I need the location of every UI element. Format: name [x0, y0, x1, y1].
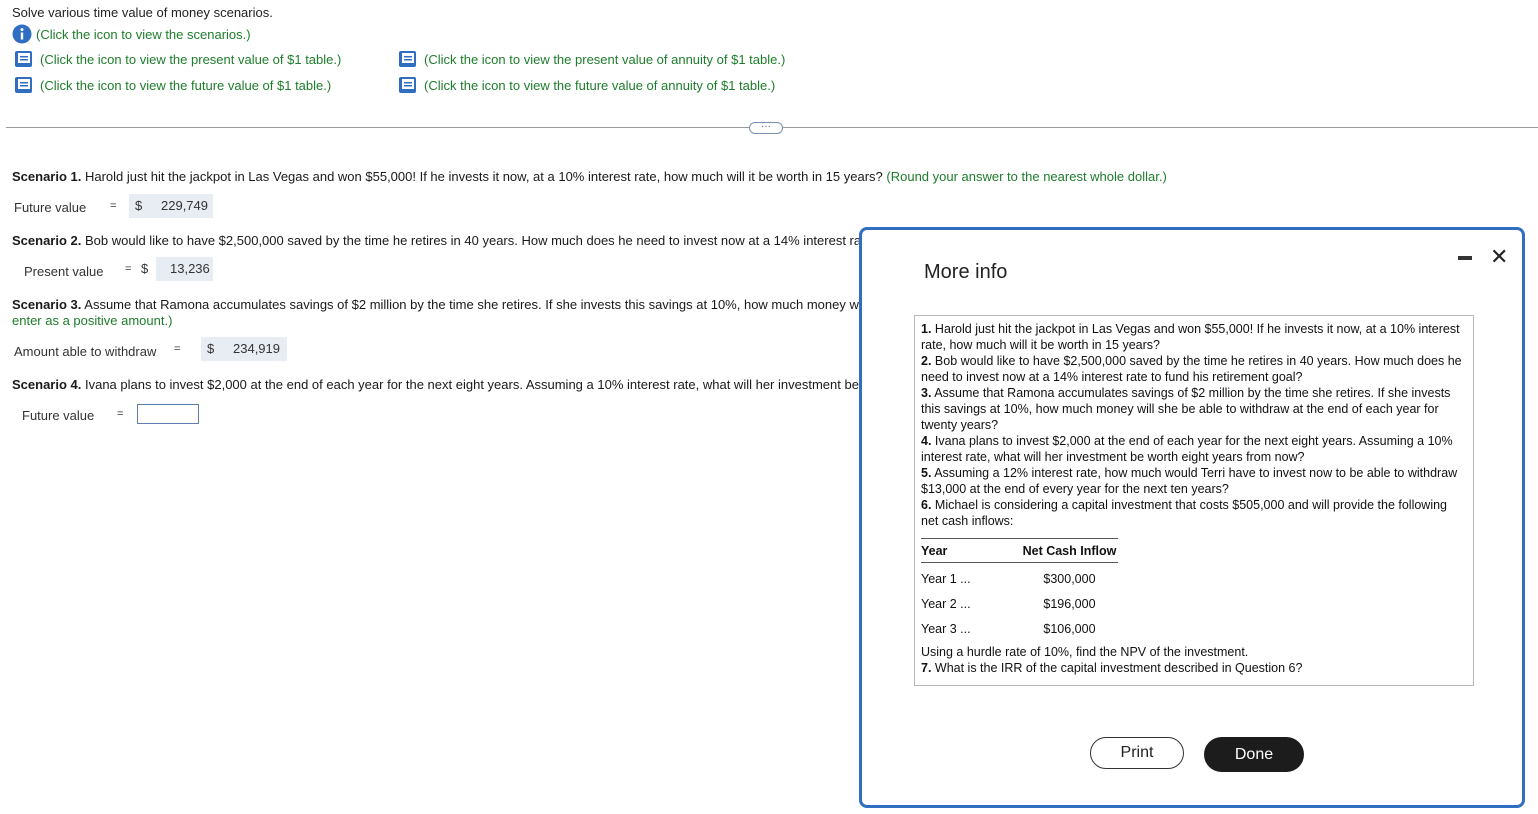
scenario-4-text: Scenario 4. Ivana plans to invest $2,000… [12, 377, 859, 392]
info-item-7: 7. What is the IRR of the capital invest… [921, 661, 1303, 675]
book-icon[interactable] [14, 76, 34, 94]
equals-sign: = [110, 200, 117, 212]
answer-value[interactable]: 13,236 [156, 257, 213, 281]
pv-annuity-table-link[interactable]: (Click the icon to view the present valu… [398, 50, 785, 68]
currency-symbol: $ [135, 198, 143, 213]
equals-sign: = [174, 343, 181, 355]
info-item-6: 6. Michael is considering a capital inve… [921, 498, 1448, 528]
equals-sign: = [117, 408, 124, 420]
print-button[interactable]: Print [1090, 737, 1184, 769]
scenario-4-body: Ivana plans to invest $2,000 at the end … [81, 377, 859, 392]
table-header-year: Year [921, 538, 973, 563]
scenario-info-box: 1. Harold just hit the jackpot in Las Ve… [914, 315, 1474, 686]
scenarios-link-text[interactable]: (Click the icon to view the scenarios.) [36, 27, 251, 42]
scenario-3-text: Scenario 3. Assume that Ramona accumulat… [12, 297, 859, 312]
cash-inflow-table: Year Net Cash Inflow Year 1 ... $300,000… [921, 538, 1119, 638]
scenario-2-text: Scenario 2. Bob would like to have $2,50… [12, 233, 861, 248]
info-item-4: 4. Ivana plans to invest $2,000 at the e… [921, 434, 1453, 464]
scenario-4-label: Scenario 4. [12, 377, 82, 392]
hurdle-rate-text: Using a hurdle rate of 10%, find the NPV… [921, 645, 1249, 659]
scenario-4-answer-input[interactable] [137, 404, 199, 424]
inflow-cell: $106,000 [1043, 622, 1096, 636]
info-item-3: 3. Assume that Ramona accumulates saving… [921, 386, 1451, 432]
future-value-label: Future value [14, 200, 87, 215]
scenarios-link[interactable]: (Click the icon to view the scenarios.) [12, 24, 251, 44]
pv-table-link[interactable]: (Click the icon to view the present valu… [14, 50, 341, 68]
scenario-3-body: Assume that Ramona accumulates savings o… [81, 297, 859, 312]
fv-annuity-table-link[interactable]: (Click the icon to view the future value… [398, 76, 775, 94]
amount-withdraw-label: Amount able to withdraw [14, 344, 157, 359]
scenario-3-label: Scenario 3. [12, 297, 82, 312]
equals-sign: = [125, 263, 132, 275]
scenario-1-text: Scenario 1. Harold just hit the jackpot … [12, 169, 1167, 184]
book-icon[interactable] [398, 50, 418, 68]
table-row: Year 2 ... $196,000 [921, 588, 1118, 613]
close-icon[interactable]: ✕ [1490, 244, 1508, 270]
info-item-1: 1. Harold just hit the jackpot in Las Ve… [921, 322, 1460, 352]
table-row: Year 1 ... $300,000 [921, 563, 1118, 589]
table-row: Year 3 ... $106,000 [921, 613, 1118, 638]
fv-annuity-table-link-text[interactable]: (Click the icon to view the future value… [424, 78, 775, 93]
minimize-icon[interactable] [1458, 256, 1472, 260]
done-button[interactable]: Done [1204, 737, 1304, 772]
dialog-title: More info [924, 261, 1008, 283]
info-item-2: 2. Bob would like to have $2,500,000 sav… [921, 354, 1462, 384]
present-value-label: Present value [24, 264, 104, 279]
scenario-2-label: Scenario 2. [12, 233, 82, 248]
answer-value[interactable]: 229,749 [161, 194, 208, 218]
fv-table-link[interactable]: (Click the icon to view the future value… [14, 76, 331, 94]
scenario-1-hint: (Round your answer to the nearest whole … [886, 169, 1167, 184]
info-icon[interactable] [12, 24, 32, 44]
answer-value[interactable]: 234,919 [233, 337, 280, 361]
scenario-1-body: Harold just hit the jackpot in Las Vegas… [81, 169, 887, 184]
fv-table-link-text[interactable]: (Click the icon to view the future value… [40, 78, 331, 93]
more-info-dialog: More info ✕ 1. Harold just hit the jackp… [859, 227, 1525, 808]
scenario-3-answer[interactable]: $ 234,919 [201, 337, 287, 361]
scenario-1-label: Scenario 1. [12, 169, 82, 184]
future-value-label: Future value [22, 408, 95, 423]
year-cell: Year 3 ... [921, 622, 971, 636]
inflow-cell: $300,000 [1043, 572, 1096, 586]
year-cell: Year 1 ... [921, 572, 971, 586]
scenario-1-answer[interactable]: $ 229,749 [129, 194, 213, 218]
pv-table-link-text[interactable]: (Click the icon to view the present valu… [40, 52, 341, 67]
expand-ellipsis-button[interactable]: ··· [749, 122, 783, 134]
currency-symbol: $ [207, 341, 215, 356]
pv-annuity-table-link-text[interactable]: (Click the icon to view the present valu… [424, 52, 785, 67]
currency-symbol: $ [141, 261, 149, 276]
year-cell: Year 2 ... [921, 597, 971, 611]
book-icon[interactable] [14, 50, 34, 68]
table-header-net-cash-inflow: Net Cash Inflow [972, 538, 1119, 563]
scenario-2-body: Bob would like to have $2,500,000 saved … [81, 233, 862, 248]
scenario-2-answer[interactable]: $ 13,236 [135, 257, 213, 281]
scenario-3-hint: enter as a positive amount.) [12, 313, 173, 328]
info-item-5: 5. Assuming a 12% interest rate, how muc… [921, 466, 1458, 496]
inflow-cell: $196,000 [1043, 597, 1096, 611]
instruction-text: Solve various time value of money scenar… [12, 5, 273, 20]
book-icon[interactable] [398, 76, 418, 94]
